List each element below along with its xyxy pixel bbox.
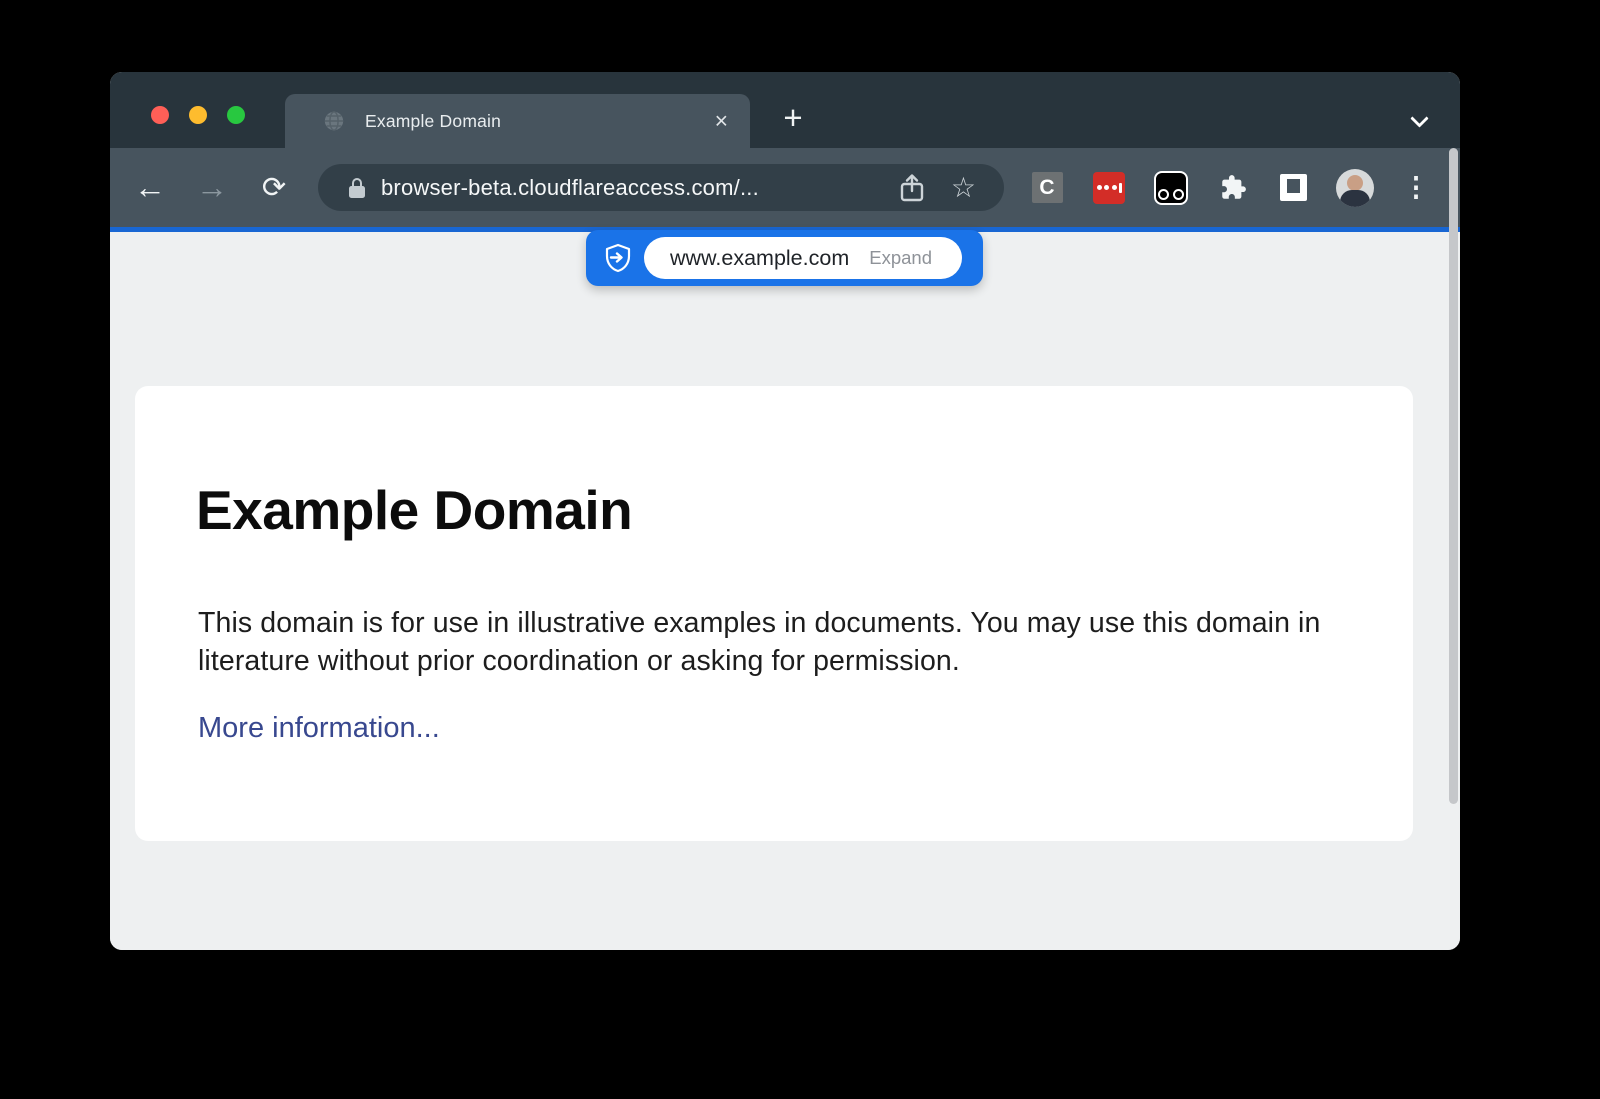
page-title: Example Domain: [196, 478, 632, 542]
isolation-expand-button[interactable]: Expand: [869, 247, 932, 269]
forward-button[interactable]: →: [190, 148, 234, 227]
reload-button[interactable]: ⟳: [252, 148, 296, 227]
lock-icon[interactable]: [349, 178, 365, 198]
window-minimize-button[interactable]: [189, 106, 207, 124]
window-zoom-button[interactable]: [227, 106, 245, 124]
profile-avatar[interactable]: [1332, 148, 1378, 227]
desktop-background: Example Domain × + ← → ⟳ browser-beta.cl…: [0, 0, 1600, 1099]
extension-c-icon[interactable]: C: [1025, 148, 1069, 227]
browser-window: Example Domain × + ← → ⟳ browser-beta.cl…: [110, 72, 1460, 950]
globe-favicon-icon: [323, 110, 345, 132]
tab-search-chevron-icon[interactable]: [1410, 109, 1428, 127]
tab-strip: Example Domain × +: [110, 72, 1460, 148]
share-icon[interactable]: [899, 173, 925, 203]
extension-password-manager-icon[interactable]: [1087, 148, 1131, 227]
bookmark-star-icon[interactable]: ☆: [951, 174, 976, 202]
tab-close-icon[interactable]: ×: [715, 110, 728, 133]
page-viewport: www.example.com Expand Example Domain Th…: [110, 232, 1460, 950]
back-button[interactable]: ←: [128, 148, 172, 227]
isolation-domain-text: www.example.com: [670, 246, 849, 271]
address-bar[interactable]: browser-beta.cloudflareaccess.com/... ☆: [318, 164, 1004, 211]
vertical-scrollbar[interactable]: [1449, 148, 1458, 804]
extensions-puzzle-icon[interactable]: [1211, 148, 1255, 227]
browser-toolbar: ← → ⟳ browser-beta.cloudflareaccess.com/…: [110, 148, 1460, 227]
example-domain-card: Example Domain This domain is for use in…: [135, 386, 1413, 841]
window-close-button[interactable]: [151, 106, 169, 124]
new-tab-button[interactable]: +: [774, 100, 812, 138]
isolation-domain-pill[interactable]: www.example.com Expand: [586, 230, 983, 286]
browser-menu-icon[interactable]: ⋮: [1396, 148, 1436, 227]
page-paragraph: This domain is for use in illustrative e…: [198, 604, 1346, 680]
isolation-domain-field[interactable]: www.example.com Expand: [644, 237, 962, 279]
tab-title: Example Domain: [365, 111, 501, 132]
extension-goggles-icon[interactable]: [1149, 148, 1193, 227]
more-information-link[interactable]: More information...: [198, 712, 440, 745]
url-text[interactable]: browser-beta.cloudflareaccess.com/...: [381, 175, 899, 201]
cloudflare-shield-icon: [603, 243, 633, 273]
tab-example-domain[interactable]: Example Domain ×: [285, 94, 750, 148]
side-panel-icon[interactable]: [1271, 148, 1315, 227]
